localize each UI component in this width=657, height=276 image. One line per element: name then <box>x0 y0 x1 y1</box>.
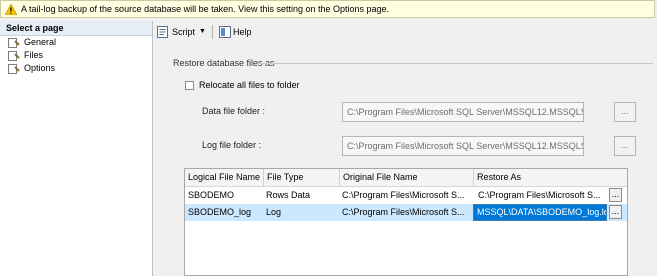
grid-header-row: Logical File Name File Type Original Fil… <box>185 169 627 187</box>
sidebar-item-general[interactable]: General <box>0 36 152 49</box>
script-icon <box>157 25 168 38</box>
logical-file-name-cell: SBODEMO <box>188 190 235 200</box>
relocate-all-files-checkbox-row[interactable]: Relocate all files to folder <box>185 80 300 90</box>
page-wrench-icon <box>8 63 20 74</box>
page-wrench-icon <box>8 37 20 48</box>
sidebar-item-files[interactable]: Files <box>0 49 152 62</box>
original-file-name-cell: C:\Program Files\Microsoft S... <box>342 207 465 217</box>
warning-message: A tail-log backup of the source database… <box>21 4 390 14</box>
data-file-folder-field[interactable]: C:\Program Files\Microsoft SQL Server\MS… <box>342 102 584 122</box>
column-header-file-type[interactable]: File Type <box>263 169 339 186</box>
relocate-all-files-label: Relocate all files to folder <box>199 80 300 90</box>
warning-icon <box>5 3 17 15</box>
data-file-folder-label: Data file folder : <box>202 106 266 116</box>
toolbar-separator <box>211 24 213 39</box>
sidebar-item-label: Files <box>24 50 44 60</box>
section-divider <box>258 63 653 64</box>
help-button[interactable]: Help <box>216 24 255 40</box>
restore-as-browse-button[interactable]: ... <box>609 188 622 202</box>
log-file-folder-label: Log file folder : <box>202 140 262 150</box>
column-header-original-file-name[interactable]: Original File Name <box>339 169 473 186</box>
database-files-grid: Logical File Name File Type Original Fil… <box>184 168 628 276</box>
table-row[interactable]: SBODEMO_log Log C:\Program Files\Microso… <box>185 204 627 221</box>
page-selector-header: Select a page <box>0 21 152 36</box>
sidebar-item-options[interactable]: Options <box>0 62 152 75</box>
toolbar: Script ▼ Help <box>154 22 654 41</box>
script-button[interactable]: Script ▼ <box>154 24 209 40</box>
column-header-logical-name[interactable]: Logical File Name <box>185 169 263 186</box>
chevron-down-icon[interactable]: ▼ <box>199 28 206 35</box>
sidebar-item-label: Options <box>24 63 56 73</box>
restore-as-edit-field[interactable]: MSSQL\DATA\SBODEMO_log.ldf <box>473 204 607 221</box>
data-folder-browse-button[interactable]: ... <box>614 102 636 122</box>
page-selector-panel: Select a page General Files Options <box>0 21 153 276</box>
logical-file-name-cell: SBODEMO_log <box>188 207 252 217</box>
script-button-label: Script <box>172 26 196 37</box>
page-wrench-icon <box>8 50 20 61</box>
help-button-label: Help <box>232 26 252 37</box>
file-type-cell: Log <box>266 207 282 217</box>
relocate-all-files-checkbox[interactable] <box>185 80 194 90</box>
sidebar-item-label: General <box>24 37 57 47</box>
file-type-cell: Rows Data <box>266 190 311 200</box>
restore-as-browse-button[interactable]: ... <box>609 205 622 219</box>
column-header-restore-as[interactable]: Restore As <box>473 169 627 186</box>
tail-log-warning-bar: A tail-log backup of the source database… <box>0 0 655 18</box>
log-file-folder-field[interactable]: C:\Program Files\Microsoft SQL Server\MS… <box>342 136 584 156</box>
original-file-name-cell: C:\Program Files\Microsoft S... <box>342 190 465 200</box>
table-row[interactable]: SBODEMO Rows Data C:\Program Files\Micro… <box>185 187 627 204</box>
help-icon <box>218 25 231 38</box>
log-folder-browse-button[interactable]: ... <box>614 136 636 156</box>
restore-as-cell[interactable]: C:\Program Files\Microsoft S... <box>475 187 607 204</box>
